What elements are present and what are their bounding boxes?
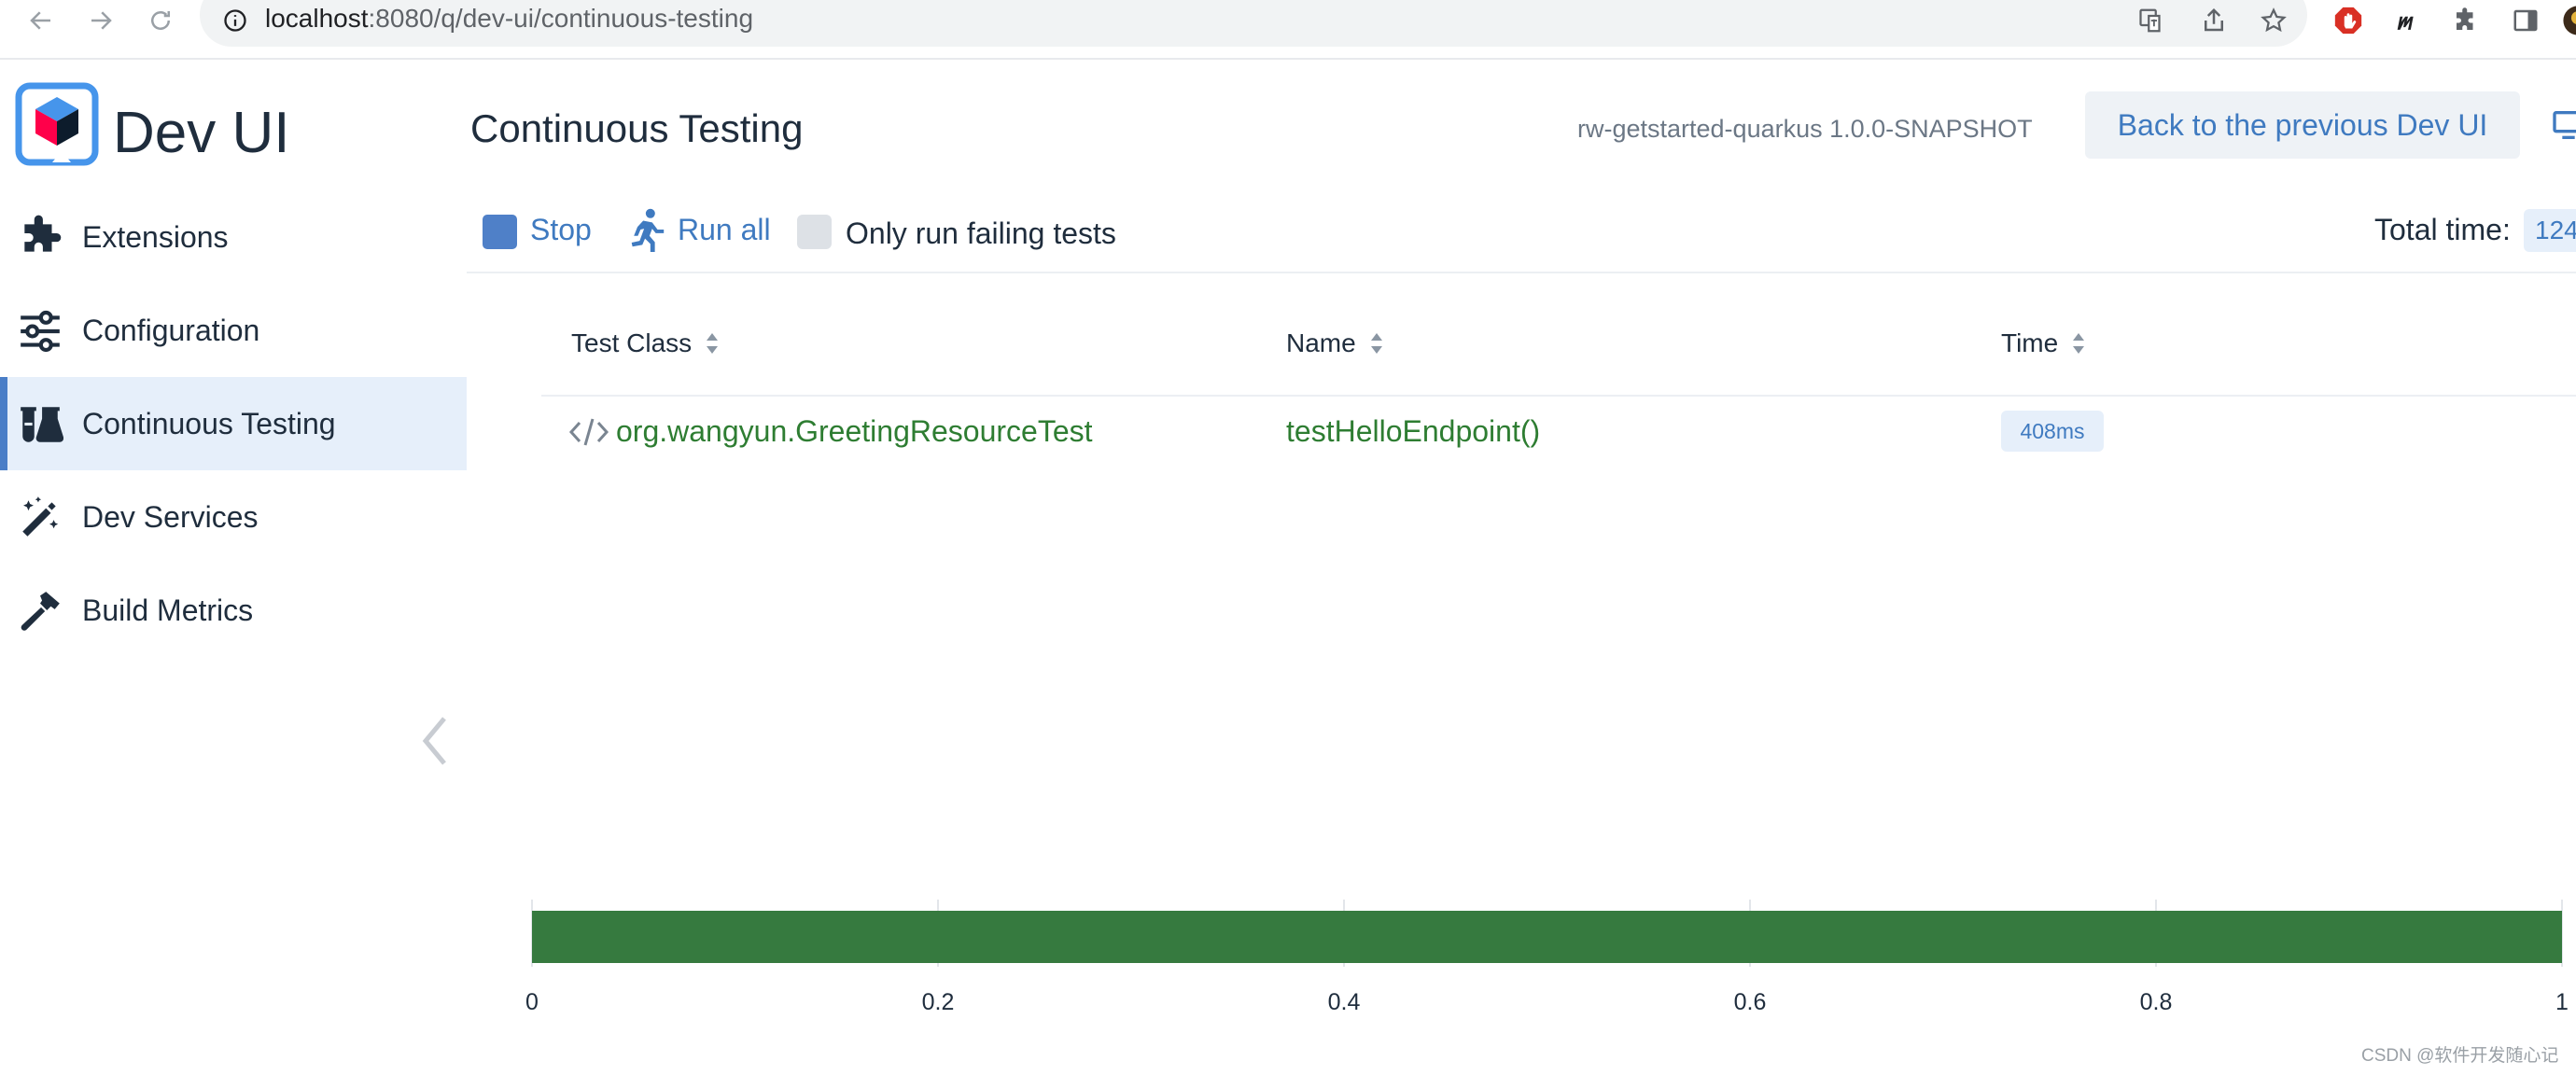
side-panel-icon[interactable] bbox=[2507, 2, 2544, 39]
share-icon[interactable] bbox=[2195, 2, 2233, 39]
only-failing-label[interactable]: Only run failing tests bbox=[846, 215, 1116, 252]
hammer-icon bbox=[17, 588, 63, 635]
chart-tick-label: 0.8 bbox=[2140, 989, 2173, 1015]
sort-icon bbox=[1370, 333, 1382, 354]
back-arrow-icon[interactable] bbox=[21, 2, 62, 39]
adblock-icon[interactable] bbox=[2330, 2, 2367, 39]
chart-bar[interactable] bbox=[532, 911, 2562, 963]
flask-icon bbox=[17, 401, 63, 448]
sort-icon bbox=[707, 333, 719, 354]
sidebar-item-build-metrics[interactable]: Build Metrics bbox=[0, 564, 467, 657]
sort-icon bbox=[2073, 333, 2085, 354]
bookmark-star-icon[interactable] bbox=[2255, 2, 2292, 39]
quarkus-logo-icon[interactable] bbox=[15, 82, 99, 166]
sidebar-item-label: Configuration bbox=[82, 314, 260, 347]
sidebar-item-label: Extensions bbox=[82, 220, 229, 254]
reload-icon[interactable] bbox=[140, 2, 181, 39]
url-host: localhost bbox=[265, 4, 369, 33]
chart-tick-label: 0.4 bbox=[1328, 989, 1361, 1015]
watermark: CSDN @软件开发随心记 bbox=[2361, 1046, 2559, 1066]
column-header-test-class[interactable]: Test Class bbox=[571, 325, 720, 362]
chart-tick-label: 0 bbox=[525, 989, 539, 1015]
back-to-previous-dev-ui-button[interactable]: Back to the previous Dev UI bbox=[2085, 91, 2520, 159]
test-class-cell[interactable]: org.wangyun.GreetingResourceTest bbox=[616, 411, 1093, 452]
translate-icon[interactable] bbox=[2134, 2, 2171, 39]
table-header-divider bbox=[541, 395, 2576, 397]
only-failing-checkbox[interactable] bbox=[797, 215, 832, 249]
chart-tick-label: 0.6 bbox=[1734, 989, 1767, 1015]
sidebar-item-label: Continuous Testing bbox=[82, 407, 336, 440]
project-version: rw-getstarted-quarkus 1.0.0-SNAPSHOT bbox=[1577, 115, 2033, 143]
extension-m-icon[interactable] bbox=[2389, 2, 2427, 39]
profile-avatar-icon[interactable] bbox=[2559, 2, 2576, 39]
test-name-cell[interactable]: testHelloEndpoint() bbox=[1286, 411, 1540, 452]
sidebar-item-configuration[interactable]: Configuration bbox=[0, 284, 467, 377]
url-path: :8080/q/dev-ui/continuous-testing bbox=[368, 4, 754, 33]
sliders-icon bbox=[17, 308, 63, 355]
code-icon[interactable] bbox=[568, 416, 609, 448]
puzzle-icon bbox=[17, 215, 63, 261]
sidebar-item-extensions[interactable]: Extensions bbox=[0, 190, 467, 284]
sidebar-item-dev-services[interactable]: Dev Services bbox=[0, 470, 467, 564]
running-person-icon[interactable] bbox=[625, 207, 668, 254]
app-brand: Dev UI bbox=[113, 101, 290, 165]
column-header-label: Time bbox=[2001, 328, 2059, 357]
run-all-button[interactable]: Run all bbox=[678, 211, 771, 248]
toolbar-divider bbox=[467, 272, 2576, 273]
column-header-label: Name bbox=[1286, 328, 1356, 357]
total-time-label: Total time: bbox=[2374, 213, 2511, 246]
extensions-puzzle-icon[interactable] bbox=[2447, 2, 2485, 39]
chart-tick-label: 0.2 bbox=[922, 989, 955, 1015]
test-timeline-chart: 0 0.2 0.4 0.6 0.8 1 bbox=[525, 900, 2569, 1015]
stop-icon[interactable] bbox=[483, 215, 517, 249]
stop-button[interactable]: Stop bbox=[530, 211, 592, 248]
page-title: Continuous Testing bbox=[470, 106, 804, 150]
forward-arrow-icon[interactable] bbox=[80, 2, 121, 39]
monitor-icon[interactable] bbox=[2550, 106, 2576, 144]
time-badge: 408ms bbox=[2001, 411, 2104, 452]
column-header-time[interactable]: Time bbox=[2001, 325, 2086, 362]
total-time-badge: 124 bbox=[2524, 209, 2576, 252]
collapse-sidebar-chevron-icon[interactable] bbox=[416, 713, 454, 769]
sidebar-item-label: Build Metrics bbox=[82, 593, 254, 627]
site-info-icon[interactable] bbox=[217, 2, 254, 39]
url-text[interactable]: localhost:8080/q/dev-ui/continuous-testi… bbox=[265, 2, 753, 35]
column-header-name[interactable]: Name bbox=[1286, 325, 1384, 362]
chart-tick-label: 1 bbox=[2555, 989, 2569, 1015]
sidebar-item-label: Dev Services bbox=[82, 500, 259, 534]
sidebar-item-continuous-testing[interactable]: Continuous Testing bbox=[0, 377, 467, 470]
magic-wand-icon bbox=[17, 495, 63, 541]
column-header-label: Test Class bbox=[571, 328, 693, 357]
